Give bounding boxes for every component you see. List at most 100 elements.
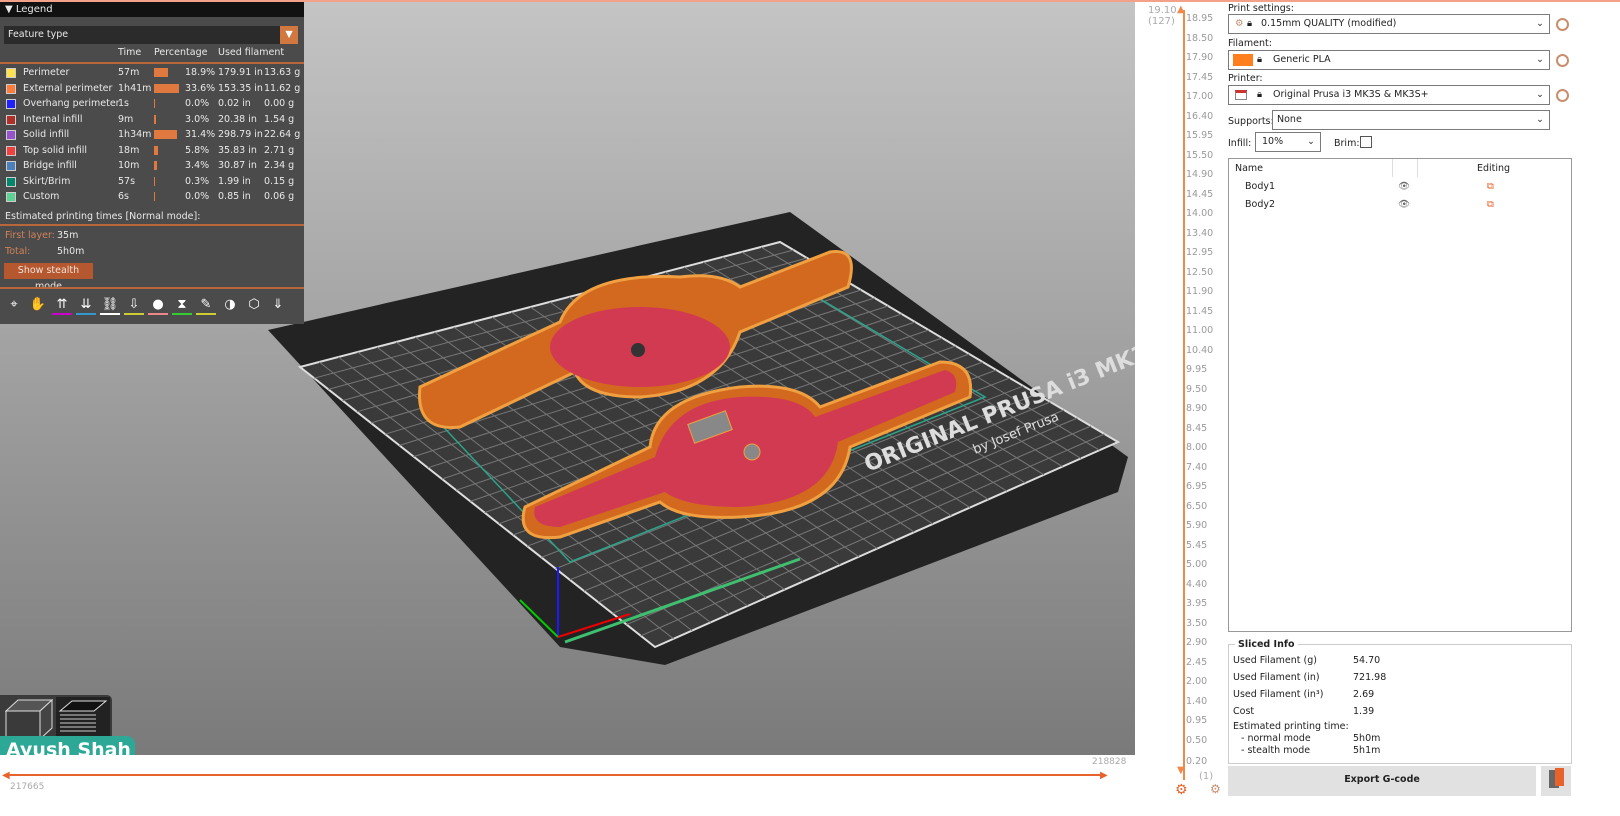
feature-percentage: 33.6% — [185, 82, 216, 94]
right-thumb[interactable]: ▶ — [1100, 770, 1108, 781]
supports-value: None — [1277, 114, 1302, 125]
wipe-icon[interactable]: ✋ — [28, 295, 48, 315]
horizontal-slider-track[interactable] — [8, 774, 1103, 776]
sliced-info: Sliced Info Used Filament (g) 54.70 Used F… — [1228, 639, 1572, 764]
divider — [0, 224, 304, 226]
infill-label: Infill: — [1228, 138, 1252, 149]
printer-gear-icon[interactable] — [1556, 89, 1569, 102]
percentage-bar — [154, 99, 155, 108]
left-move-value: 217665 — [10, 782, 45, 792]
tool-marker-icon[interactable]: ⇓ — [268, 295, 288, 315]
travel-icon[interactable]: ⌖ — [4, 295, 24, 315]
layer-height-tick: 5.45 — [1186, 539, 1208, 551]
send-to-printer-button[interactable] — [1541, 766, 1571, 796]
chevron-down-icon: ⌄ — [1307, 136, 1315, 147]
layer-height-tick: 2.90 — [1186, 637, 1208, 648]
infill-combo[interactable]: 10% ⌄ — [1255, 132, 1321, 152]
layer-height-tick: 2.45 — [1186, 656, 1208, 668]
view-mode-toolbar — [0, 695, 112, 741]
settings-gear-icon[interactable]: ⚙ — [1210, 782, 1221, 796]
tool-changes-icon[interactable]: ⇩ — [124, 295, 144, 315]
layer-slider-track[interactable] — [1183, 10, 1185, 780]
cog-edit-icon[interactable]: ⚙ — [1175, 782, 1188, 798]
layer-height-tick: 12.50 — [1186, 266, 1214, 278]
filament-color-swatch — [1233, 54, 1253, 66]
top-layer-height: 19.10 — [1148, 5, 1177, 16]
percentage-bar — [154, 161, 157, 170]
layer-height-tick: 11.90 — [1186, 286, 1214, 297]
eye-icon[interactable]: 👁︎ — [1398, 199, 1410, 210]
legend-row[interactable]: Top solid infill 18m 5.8% 35.83 in 2.71 … — [0, 143, 304, 158]
color-changes-icon[interactable]: ● — [148, 295, 168, 315]
shells-icon[interactable]: ⬡ — [244, 295, 264, 315]
legend-row[interactable]: External perimeter 1h41m 33.6% 153.35 in… — [0, 81, 304, 96]
brim-checkbox[interactable] — [1360, 136, 1372, 148]
object-list[interactable]: Name Editing Body1 👁︎ ⧉ Body2 👁︎ ⧉ — [1228, 158, 1572, 632]
chevron-down-icon: ⌄ — [1536, 54, 1544, 65]
object-row[interactable]: Body1 👁︎ ⧉ — [1229, 181, 1571, 197]
legend-row[interactable]: Internal infill 9m 3.0% 20.38 in 1.54 g — [0, 112, 304, 127]
legend-row[interactable]: Solid infill 1h34m 31.4% 298.79 in 22.64… — [0, 127, 304, 142]
layer-height-tick: 3.50 — [1186, 617, 1208, 629]
color-swatch — [6, 130, 16, 140]
legend-row[interactable]: Perimeter 57m 18.9% 179.91 in 13.63 g — [0, 65, 304, 80]
supports-label: Supports: — [1228, 116, 1274, 127]
percentage-bar — [154, 176, 155, 186]
gear-icon: ⚙ — [1235, 18, 1244, 29]
layer-height-tick: 4.40 — [1186, 578, 1208, 590]
pause-prints-icon[interactable]: ⧗ — [172, 295, 192, 315]
feature-length: 153.35 in — [218, 82, 263, 94]
3d-view-icon[interactable] — [4, 698, 54, 741]
legend-row[interactable]: Bridge infill 10m 3.4% 30.87 in 2.34 g — [0, 158, 304, 173]
legend-row[interactable]: Skirt/Brim 57s 0.3% 1.99 in 0.15 g — [0, 174, 304, 189]
view-type-select[interactable]: Feature type ▼ — [4, 26, 298, 44]
legend-header[interactable]: ▼ Legend — [0, 2, 304, 17]
col-time: Time — [118, 47, 142, 58]
feature-length: 1.99 in — [218, 175, 251, 187]
feature-name: Custom — [23, 191, 60, 202]
filament-value: Generic PLA — [1273, 54, 1331, 65]
object-row[interactable]: Body2 👁︎ ⧉ — [1229, 199, 1571, 215]
lock-icon: 🔒︎ — [1247, 18, 1253, 29]
edit-icon[interactable]: ⧉ — [1487, 181, 1494, 192]
edit-icon[interactable]: ⧉ — [1487, 199, 1494, 210]
printer-combo[interactable]: 🔒︎ Original Prusa i3 MK3S & MK3S+ ⌄ — [1228, 85, 1550, 105]
feature-time: 6s — [118, 191, 129, 202]
print-settings-gear-icon[interactable] — [1556, 18, 1569, 31]
bottom-thumb[interactable]: ▼ — [1177, 765, 1185, 776]
top-thumb[interactable]: ▲ — [1177, 4, 1185, 15]
feature-name: Top solid infill — [23, 144, 88, 156]
feature-name: Overhang perimeter — [23, 98, 120, 109]
filament-combo[interactable]: 🔒︎ Generic PLA ⌄ — [1228, 50, 1550, 70]
filament-gear-icon[interactable] — [1556, 54, 1569, 67]
seams-icon[interactable]: ⛓ — [100, 295, 120, 315]
feature-time: 57m — [118, 67, 140, 78]
legend-row[interactable]: Custom 6s 0.0% 0.85 in 0.06 g — [0, 189, 304, 204]
feature-percentage: 31.4% — [185, 129, 216, 140]
center-of-gravity-icon[interactable]: ◑ — [220, 295, 240, 315]
custom-gcodes-icon[interactable]: ✎ — [196, 295, 216, 315]
preview-icon[interactable] — [56, 697, 110, 739]
deretractions-icon[interactable]: ⇊ — [76, 295, 96, 315]
show-stealth-mode-button[interactable]: Show stealth mode — [4, 263, 93, 292]
retractions-icon[interactable]: ⇈ — [52, 295, 72, 315]
stealth-mode-label: - stealth mode — [1241, 745, 1311, 756]
print-settings-combo[interactable]: ⚙ 🔒︎ 0.15mm QUALITY (modified) ⌄ — [1228, 14, 1550, 34]
left-thumb[interactable]: ◀ — [2, 770, 10, 781]
sliced-info-value: 721.98 — [1353, 672, 1387, 683]
legend-row[interactable]: Overhang perimeter 1s 0.0% 0.02 in 0.00 … — [0, 96, 304, 111]
layer-height-tick: 6.95 — [1186, 481, 1208, 492]
lock-icon: 🔒︎ — [1257, 54, 1263, 65]
percentage-bar — [154, 130, 178, 139]
feature-weight: 2.71 g — [264, 144, 295, 156]
horizontal-slider[interactable]: ◀ ▶ 218828 217665 — [0, 755, 1135, 816]
eye-icon[interactable]: 👁︎ — [1398, 181, 1410, 192]
supports-combo[interactable]: None ⌄ — [1272, 110, 1550, 130]
color-swatch — [6, 68, 16, 78]
col-name: Name — [1235, 163, 1264, 174]
export-gcode-button[interactable]: Export G-code — [1228, 766, 1536, 796]
layer-height-tick: 9.95 — [1186, 364, 1208, 375]
stealth-mode-value: 5h1m — [1353, 745, 1381, 756]
chevron-down-icon: ⌄ — [1536, 89, 1544, 100]
chevron-down-icon: ▼ — [280, 26, 298, 44]
